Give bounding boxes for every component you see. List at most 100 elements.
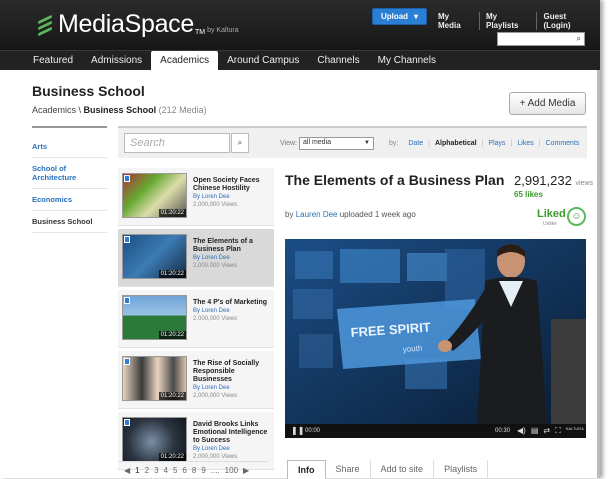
- top-search-input[interactable]: ⌕: [497, 32, 585, 46]
- unlike-link[interactable]: Unlike: [543, 221, 557, 227]
- media-type-icon: [124, 236, 130, 243]
- like-count: 65 likes: [514, 190, 543, 199]
- sidebar-item-economics[interactable]: Economics: [32, 189, 107, 211]
- media-title[interactable]: The Elements of a Business Plan: [193, 238, 253, 253]
- nav-around-campus[interactable]: Around Campus: [218, 51, 308, 70]
- filter-bar: Search ⌕ View: all media ▼ by: Date | Alp…: [118, 126, 587, 158]
- captions-icon[interactable]: ▤: [531, 426, 539, 436]
- search-button[interactable]: ⌕: [231, 133, 249, 153]
- next-page-icon[interactable]: ▶: [243, 466, 249, 475]
- main-nav: Featured Admissions Academics Around Cam…: [0, 50, 600, 70]
- fullscreen-icon[interactable]: ⛶: [555, 426, 561, 436]
- sort-by-label: by:: [389, 140, 399, 147]
- media-author[interactable]: By Loren Dee: [193, 194, 230, 200]
- breadcrumb-current: Business School: [83, 105, 157, 115]
- media-title[interactable]: The Rise of Socially Responsible Busines…: [193, 360, 259, 383]
- pagination: ◀ 1 2 3 4 5 6 8 9 .... 100 ▶: [118, 461, 268, 475]
- nav-channels[interactable]: Channels: [308, 51, 368, 70]
- tab-playlists[interactable]: Playlists: [434, 460, 489, 479]
- video-player[interactable]: FREE SPIRIT youth: [285, 239, 586, 424]
- breadcrumb-parent[interactable]: Academics \: [32, 105, 81, 115]
- video-thumbnail[interactable]: 01:20:22: [122, 417, 187, 462]
- list-item[interactable]: 01:20:22 Open Society Faces Chinese Host…: [118, 168, 274, 226]
- sort-date[interactable]: Date: [403, 140, 428, 147]
- page-link[interactable]: 1: [135, 466, 139, 475]
- sort-options: by: Date | Alphabetical | Plays | Likes | Co…: [384, 140, 584, 147]
- sidebar-item-arts[interactable]: Arts: [32, 136, 107, 158]
- player-controls: ❚❚ 00:00 00:30 ◀) ▤ ⇄ ⛶ KALTURA: [285, 424, 586, 438]
- sidebar-item-architecture[interactable]: School of Architecture: [32, 158, 107, 189]
- sort-comments[interactable]: Comments: [541, 140, 585, 147]
- nav-admissions[interactable]: Admissions: [82, 51, 151, 70]
- media-search-input[interactable]: Search: [124, 133, 230, 153]
- page-link[interactable]: 100: [225, 466, 238, 475]
- brand-name: MediaSpace: [58, 10, 194, 38]
- brand-by-kaltura: by Kaltura: [207, 27, 239, 34]
- video-thumbnail[interactable]: 01:20:22: [122, 295, 187, 340]
- list-item[interactable]: 01:20:22 The Elements of a Business Plan…: [118, 229, 274, 287]
- uploader-link[interactable]: Lauren Dee: [296, 210, 338, 219]
- media-author[interactable]: By Loren Dee: [193, 255, 230, 261]
- sort-plays[interactable]: Plays: [483, 140, 510, 147]
- media-title[interactable]: Open Society Faces Chinese Hostility: [193, 177, 260, 192]
- page-link[interactable]: 3: [154, 466, 158, 475]
- player-icons: ◀) ▤ ⇄ ⛶ KALTURA: [517, 426, 584, 436]
- page-link[interactable]: 4: [164, 466, 168, 475]
- media-views: 2,000,000 Views: [193, 202, 238, 208]
- media-title[interactable]: The 4 P's of Marketing: [193, 299, 267, 306]
- smile-icon[interactable]: ☺: [567, 207, 586, 226]
- current-time: 00:00: [305, 428, 321, 434]
- page-link[interactable]: 5: [173, 466, 177, 475]
- search-icon[interactable]: ⌕: [577, 34, 581, 44]
- volume-icon[interactable]: ◀): [517, 426, 526, 436]
- media-views: 2,000,000 Views: [193, 393, 238, 399]
- view-select-value: all media: [303, 139, 332, 146]
- video-thumbnail[interactable]: 01:20:22: [122, 234, 187, 279]
- page-link[interactable]: 9: [201, 466, 205, 475]
- search-icon: ⌕: [237, 138, 243, 147]
- sort-likes[interactable]: Likes: [512, 140, 538, 147]
- nav-featured[interactable]: Featured: [24, 51, 82, 70]
- top-bar: MediaSpace TM by Kaltura Upload ▾ My Med…: [0, 0, 600, 50]
- nav-academics[interactable]: Academics: [151, 51, 219, 70]
- mediaspace-logo[interactable]: MediaSpace TM by Kaltura: [38, 10, 239, 38]
- video-thumbnail[interactable]: 01:20:22: [122, 173, 187, 218]
- login-link[interactable]: Guest (Login): [536, 12, 600, 30]
- tab-add-to-site[interactable]: Add to site: [371, 460, 435, 479]
- sidebar-item-business-school[interactable]: Business School: [32, 211, 107, 233]
- duration-badge: 01:20:22: [158, 392, 186, 400]
- list-item[interactable]: 01:20:22 The Rise of Socially Responsibl…: [118, 351, 274, 409]
- logo-mark-icon: [38, 14, 52, 37]
- list-item[interactable]: 01:20:22 The 4 P's of Marketing By Loren…: [118, 290, 274, 348]
- upload-button[interactable]: Upload ▾: [372, 8, 427, 25]
- media-type-icon: [124, 419, 130, 426]
- share-icon[interactable]: ⇄: [543, 426, 550, 436]
- my-playlists-link[interactable]: My Playlists: [478, 12, 537, 30]
- media-count: (212 Media): [158, 105, 207, 115]
- tab-share[interactable]: Share: [326, 460, 371, 479]
- video-frame: FREE SPIRIT youth: [285, 239, 586, 424]
- media-author[interactable]: By Loren Dee: [193, 308, 230, 314]
- media-title[interactable]: David Brooks Links Emotional Intelligenc…: [193, 421, 267, 444]
- pause-icon[interactable]: ❚❚: [291, 426, 304, 435]
- page-link[interactable]: 2: [145, 466, 149, 475]
- sort-alphabetical[interactable]: Alphabetical: [430, 140, 482, 147]
- media-author[interactable]: By Loren Dee: [193, 446, 230, 452]
- tab-info[interactable]: Info: [287, 460, 326, 479]
- total-time: 00:30: [495, 428, 511, 434]
- uploader-info: by Lauren Dee uploaded 1 week ago: [285, 210, 416, 219]
- duration-badge: 01:20:22: [158, 453, 186, 461]
- media-tabs: Info Share Add to site Playlists: [287, 460, 489, 479]
- media-author[interactable]: By Loren Dee: [193, 385, 230, 391]
- breadcrumb: Academics \ Business School (212 Media): [32, 105, 207, 115]
- page-link[interactable]: 8: [192, 466, 196, 475]
- my-media-link[interactable]: My Media: [432, 12, 479, 30]
- page-title: Business School: [32, 83, 145, 99]
- nav-my-channels[interactable]: My Channels: [369, 51, 445, 70]
- video-thumbnail[interactable]: 01:20:22: [122, 356, 187, 401]
- view-select[interactable]: all media ▼: [299, 137, 374, 150]
- prev-page-icon[interactable]: ◀: [124, 466, 130, 475]
- add-media-button[interactable]: + Add Media: [509, 92, 586, 115]
- page-ellipsis: ....: [210, 466, 220, 475]
- page-link[interactable]: 6: [182, 466, 186, 475]
